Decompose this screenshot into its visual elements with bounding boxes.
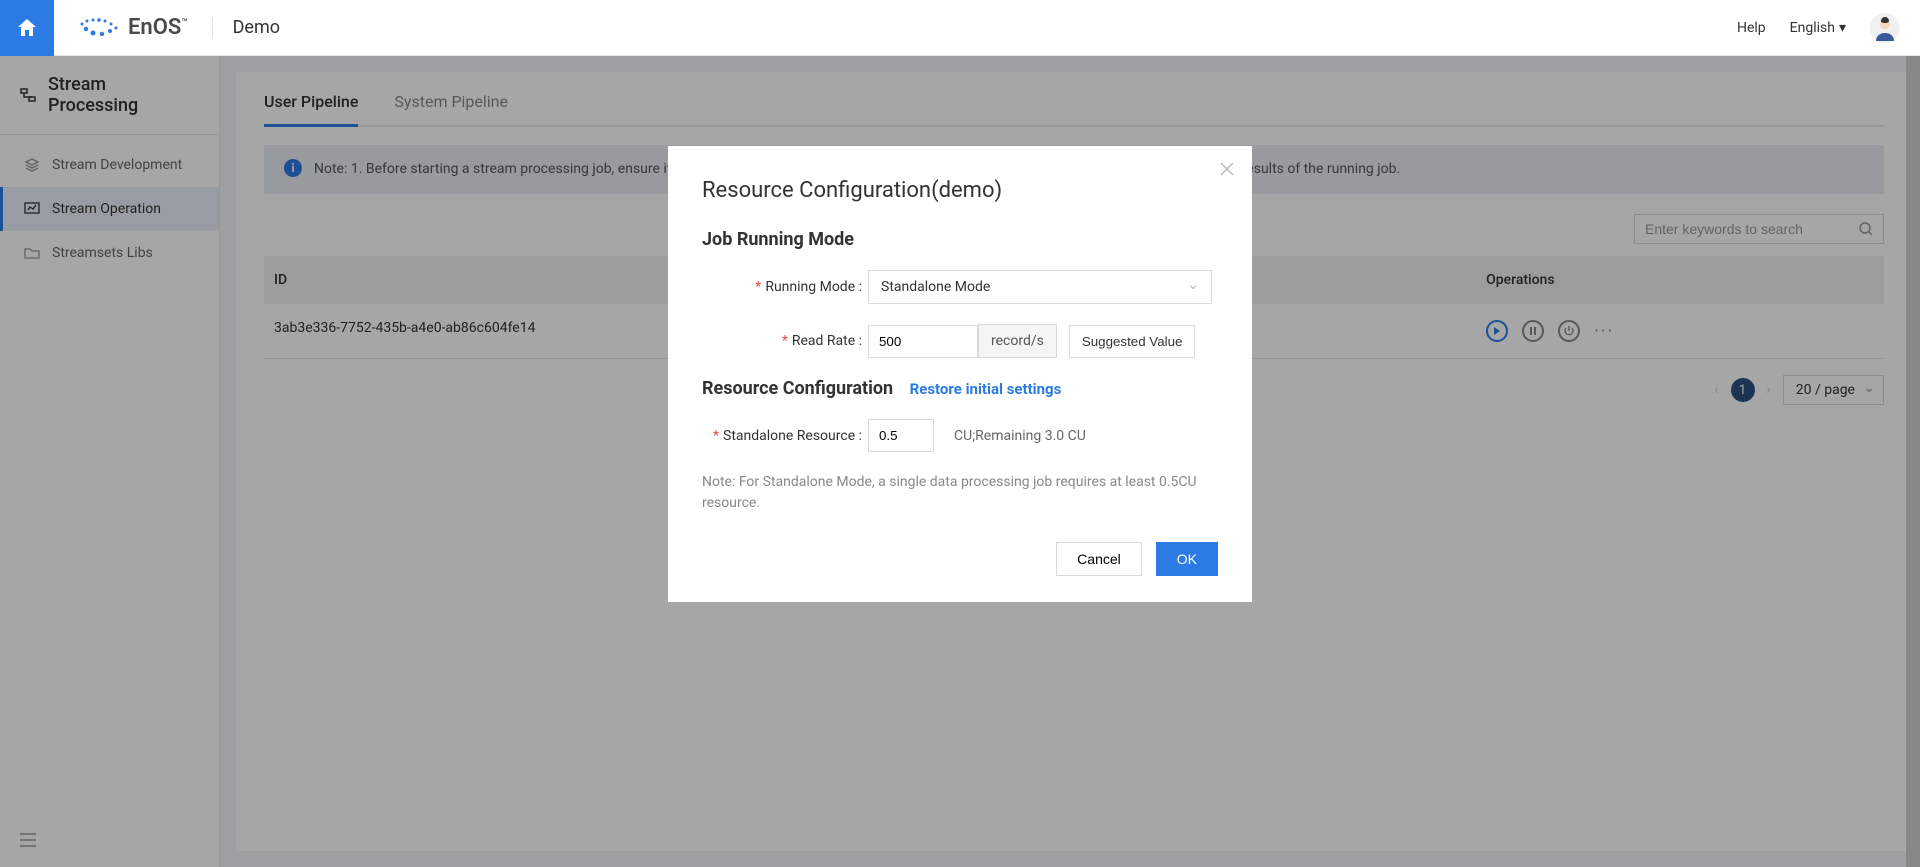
section-resource-config: Resource Configuration Restore initial s… bbox=[702, 378, 1218, 399]
modal-title: Resource Configuration(demo) bbox=[702, 178, 1218, 203]
suggested-value-button[interactable]: Suggested Value bbox=[1069, 325, 1196, 358]
chevron-down-icon: ▾ bbox=[1839, 20, 1846, 36]
ok-button[interactable]: OK bbox=[1156, 542, 1218, 576]
avatar-icon bbox=[1872, 15, 1898, 41]
running-mode-select[interactable]: Standalone Mode bbox=[868, 270, 1212, 304]
project-name: Demo bbox=[212, 17, 280, 38]
app-header: EnOS™ Demo Help English ▾ bbox=[0, 0, 1920, 56]
close-icon bbox=[1220, 162, 1234, 176]
read-rate-input[interactable] bbox=[868, 325, 978, 358]
restore-settings-link[interactable]: Restore initial settings bbox=[910, 380, 1062, 398]
read-rate-label: *Read Rate : bbox=[702, 333, 868, 349]
close-button[interactable] bbox=[1220, 160, 1234, 181]
resource-config-modal: Resource Configuration(demo) Job Running… bbox=[668, 146, 1252, 602]
language-label: English bbox=[1790, 20, 1835, 36]
modal-note: Note: For Standalone Mode, a single data… bbox=[702, 472, 1218, 514]
standalone-resource-input[interactable] bbox=[868, 419, 934, 452]
running-mode-label: *Running Mode : bbox=[702, 279, 868, 295]
logo-text: EnOS™ bbox=[128, 15, 188, 40]
home-icon bbox=[15, 16, 39, 40]
modal-overlay: Resource Configuration(demo) Job Running… bbox=[0, 56, 1920, 867]
home-button[interactable] bbox=[0, 0, 54, 56]
section-job-mode: Job Running Mode bbox=[702, 229, 1218, 250]
standalone-hint: CU;Remaining 3.0 CU bbox=[954, 428, 1086, 444]
read-rate-unit: record/s bbox=[978, 324, 1057, 358]
cancel-button[interactable]: Cancel bbox=[1056, 542, 1142, 576]
user-avatar[interactable] bbox=[1870, 13, 1900, 43]
logo: EnOS™ bbox=[54, 15, 212, 40]
logo-dots-icon bbox=[78, 18, 120, 38]
language-selector[interactable]: English ▾ bbox=[1790, 20, 1846, 36]
help-link[interactable]: Help bbox=[1737, 20, 1766, 36]
standalone-resource-label: *Standalone Resource : bbox=[702, 428, 868, 444]
